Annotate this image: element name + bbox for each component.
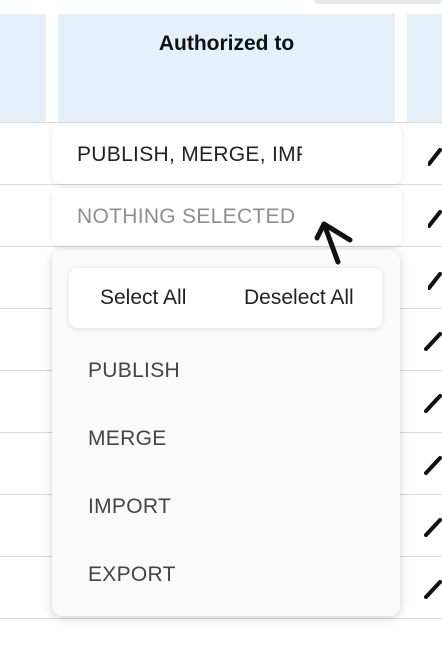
- edit-icon[interactable]: [428, 146, 442, 166]
- column-header-authorized: Authorized to: [58, 14, 395, 122]
- row-divider: [0, 122, 442, 123]
- edit-icon[interactable]: [424, 330, 442, 352]
- row-divider: [0, 246, 442, 247]
- edit-icon[interactable]: [428, 270, 442, 290]
- deselect-all-button[interactable]: Deselect All: [244, 268, 354, 328]
- row-divider: [0, 618, 442, 619]
- column-header-label: Authorized to: [158, 32, 295, 55]
- edit-icon[interactable]: [424, 392, 442, 414]
- bulk-actions-bar: Select All Deselect All: [69, 268, 382, 328]
- column-header-left: [0, 14, 46, 122]
- row-divider: [0, 184, 442, 185]
- option-export[interactable]: EXPORT: [88, 555, 176, 595]
- authorized-select-placeholder: NOTHING SELECTED: [77, 205, 296, 228]
- edit-icon[interactable]: [424, 578, 442, 600]
- edit-icon[interactable]: [424, 454, 442, 476]
- mouse-cursor-icon: [314, 221, 353, 265]
- column-header-right: [407, 14, 442, 122]
- option-import[interactable]: IMPORT: [88, 487, 171, 527]
- edit-icon[interactable]: [428, 208, 442, 228]
- authorized-select-row-1[interactable]: PUBLISH, MERGE, IMPORT: [52, 126, 402, 184]
- option-merge[interactable]: MERGE: [88, 419, 167, 459]
- select-all-button[interactable]: Select All: [100, 268, 186, 328]
- authorized-dropdown-menu: Select All Deselect All PUBLISH MERGE IM…: [52, 250, 400, 616]
- option-publish[interactable]: PUBLISH: [88, 351, 180, 391]
- authorized-select-value: PUBLISH, MERGE, IMPORT: [77, 143, 302, 166]
- top-shadow: [314, 0, 442, 4]
- edit-icon[interactable]: [424, 516, 442, 538]
